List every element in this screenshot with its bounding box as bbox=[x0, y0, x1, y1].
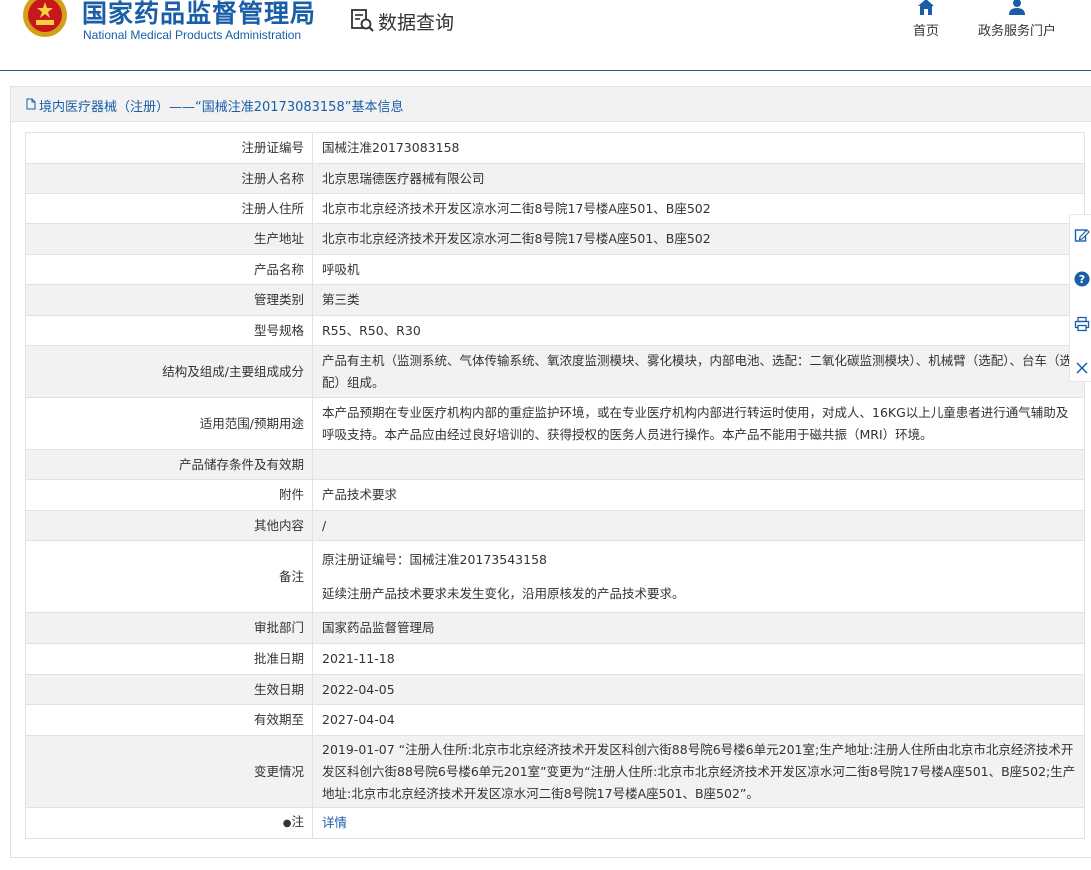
field-label: 型号规格 bbox=[25, 315, 313, 346]
site-header: 国家药品监督管理局 National Medical Products Admi… bbox=[0, 0, 1091, 71]
help-icon[interactable]: ? bbox=[1074, 271, 1090, 287]
field-label: 注册证编号 bbox=[25, 132, 313, 164]
edit-icon[interactable] bbox=[1074, 227, 1090, 243]
table-row: 产品储存条件及有效期 bbox=[25, 449, 1085, 480]
field-value: 北京市北京经济技术开发区凉水河二街8号院17号楼A座501、B座502 bbox=[312, 193, 1085, 224]
table-row: 审批部门 国家药品监督管理局 bbox=[25, 612, 1085, 644]
data-query-icon bbox=[351, 9, 374, 32]
table-row: 有效期至 2027-04-04 bbox=[25, 704, 1085, 736]
site-title-cn[interactable]: 国家药品监督管理局 bbox=[82, 0, 316, 30]
field-label: 注册人住所 bbox=[25, 193, 313, 224]
field-label: 生效日期 bbox=[25, 674, 313, 705]
panel-header: 境内医疗器械（注册）——“国械注准20173083158”基本信息 bbox=[11, 87, 1091, 122]
user-icon bbox=[1009, 0, 1025, 15]
remark-line-2: 延续注册产品技术要求未发生变化，沿用原核发的产品技术要求。 bbox=[322, 585, 685, 601]
field-value: / bbox=[312, 510, 1085, 541]
table-row: 适用范围/预期用途 本产品预期在专业医疗机构内部的重症监护环境，或在专业医疗机构… bbox=[25, 397, 1085, 450]
table-row: 管理类别 第三类 bbox=[25, 284, 1085, 316]
home-icon bbox=[918, 0, 934, 15]
close-icon[interactable] bbox=[1074, 360, 1090, 376]
table-row: 注册证编号 国械注准20173083158 bbox=[25, 132, 1085, 164]
field-label: 产品储存条件及有效期 bbox=[25, 449, 313, 480]
table-row: 附件 产品技术要求 bbox=[25, 479, 1085, 511]
note-label: 注 bbox=[291, 814, 304, 829]
field-value: 北京思瑞德医疗器械有限公司 bbox=[312, 163, 1085, 194]
field-value bbox=[312, 449, 1085, 480]
field-label: 产品名称 bbox=[25, 254, 313, 285]
field-value: 产品有主机（监测系统、气体传输系统、氧浓度监测模块、雾化模块，内部电池、选配：二… bbox=[312, 345, 1085, 398]
table-row: 注册人住所 北京市北京经济技术开发区凉水河二街8号院17号楼A座501、B座50… bbox=[25, 193, 1085, 224]
nav-service-portal[interactable]: 政务服务门户 bbox=[972, 0, 1062, 39]
table-row: 结构及组成/主要组成成分 产品有主机（监测系统、气体传输系统、氧浓度监测模块、雾… bbox=[25, 345, 1085, 398]
remark-line-1: 原注册证编号：国械注准20173543158 bbox=[322, 551, 547, 567]
table-row: 其他内容 / bbox=[25, 510, 1085, 541]
panel-title: 境内医疗器械（注册）——“国械注准20173083158”基本信息 bbox=[39, 100, 404, 115]
print-icon[interactable] bbox=[1074, 316, 1090, 332]
field-label: 附件 bbox=[25, 479, 313, 511]
field-label: 其他内容 bbox=[25, 510, 313, 541]
field-value: 产品技术要求 bbox=[312, 479, 1085, 511]
field-value-remark: 原注册证编号：国械注准20173543158 延续注册产品技术要求未发生变化，沿… bbox=[312, 540, 1085, 613]
field-label: 注册人名称 bbox=[25, 163, 313, 194]
field-label: 备注 bbox=[25, 540, 313, 613]
nav-portal-label: 政务服务门户 bbox=[977, 24, 1056, 39]
field-label: 变更情况 bbox=[25, 735, 313, 808]
field-label: 结构及组成/主要组成成分 bbox=[25, 345, 313, 398]
field-value: 第三类 bbox=[312, 284, 1085, 316]
field-label: 批准日期 bbox=[25, 643, 313, 675]
note-value-cell: 详情 bbox=[312, 807, 1085, 839]
table-row: 产品名称 呼吸机 bbox=[25, 254, 1085, 285]
side-toolbar: ? bbox=[1069, 214, 1091, 382]
table-row: 批准日期 2021-11-18 bbox=[25, 643, 1085, 675]
field-value: 国家药品监督管理局 bbox=[312, 612, 1085, 644]
data-query-label: 数据查询 bbox=[378, 12, 455, 34]
field-value: 本产品预期在专业医疗机构内部的重症监护环境，或在专业医疗机构内部进行转运时使用，… bbox=[312, 397, 1085, 450]
table-row: ●注 详情 bbox=[25, 807, 1085, 839]
details-link[interactable]: 详情 bbox=[322, 815, 347, 830]
table-row: 备注 原注册证编号：国械注准20173543158 延续注册产品技术要求未发生变… bbox=[25, 540, 1085, 613]
national-emblem-logo[interactable] bbox=[22, 0, 68, 38]
nav-home[interactable]: 首页 bbox=[905, 0, 947, 39]
table-row: 生效日期 2022-04-05 bbox=[25, 674, 1085, 705]
note-label-cell: ●注 bbox=[25, 807, 313, 839]
field-label: 生产地址 bbox=[25, 223, 313, 255]
svg-text:?: ? bbox=[1079, 273, 1085, 286]
table-row: 变更情况 2019-01-07 “注册人住所:北京市北京经济技术开发区科创六街8… bbox=[25, 735, 1085, 808]
field-value: R55、R50、R30 bbox=[312, 315, 1085, 346]
field-value: 国械注准20173083158 bbox=[312, 132, 1085, 164]
table-row: 型号规格 R55、R50、R30 bbox=[25, 315, 1085, 346]
field-value: 北京市北京经济技术开发区凉水河二街8号院17号楼A座501、B座502 bbox=[312, 223, 1085, 255]
field-value: 2019-01-07 “注册人住所:北京市北京经济技术开发区科创六街88号院6号… bbox=[312, 735, 1085, 808]
device-info-table: 注册证编号 国械注准20173083158 注册人名称 北京思瑞德医疗器械有限公… bbox=[25, 132, 1085, 839]
field-value: 2021-11-18 bbox=[312, 643, 1085, 675]
field-value: 呼吸机 bbox=[312, 254, 1085, 285]
table-row: 注册人名称 北京思瑞德医疗器械有限公司 bbox=[25, 163, 1085, 194]
field-label: 审批部门 bbox=[25, 612, 313, 644]
field-label: 有效期至 bbox=[25, 704, 313, 736]
site-title-en[interactable]: National Medical Products Administration bbox=[83, 28, 301, 42]
field-value: 2027-04-04 bbox=[312, 704, 1085, 736]
basic-info-panel: 境内医疗器械（注册）——“国械注准20173083158”基本信息 注册证编号 … bbox=[10, 86, 1091, 858]
field-label: 适用范围/预期用途 bbox=[25, 397, 313, 450]
field-value: 2022-04-05 bbox=[312, 674, 1085, 705]
nav-home-label: 首页 bbox=[912, 24, 939, 39]
table-row: 生产地址 北京市北京经济技术开发区凉水河二街8号院17号楼A座501、B座502 bbox=[25, 223, 1085, 255]
field-label: 管理类别 bbox=[25, 284, 313, 316]
document-icon bbox=[26, 98, 36, 110]
